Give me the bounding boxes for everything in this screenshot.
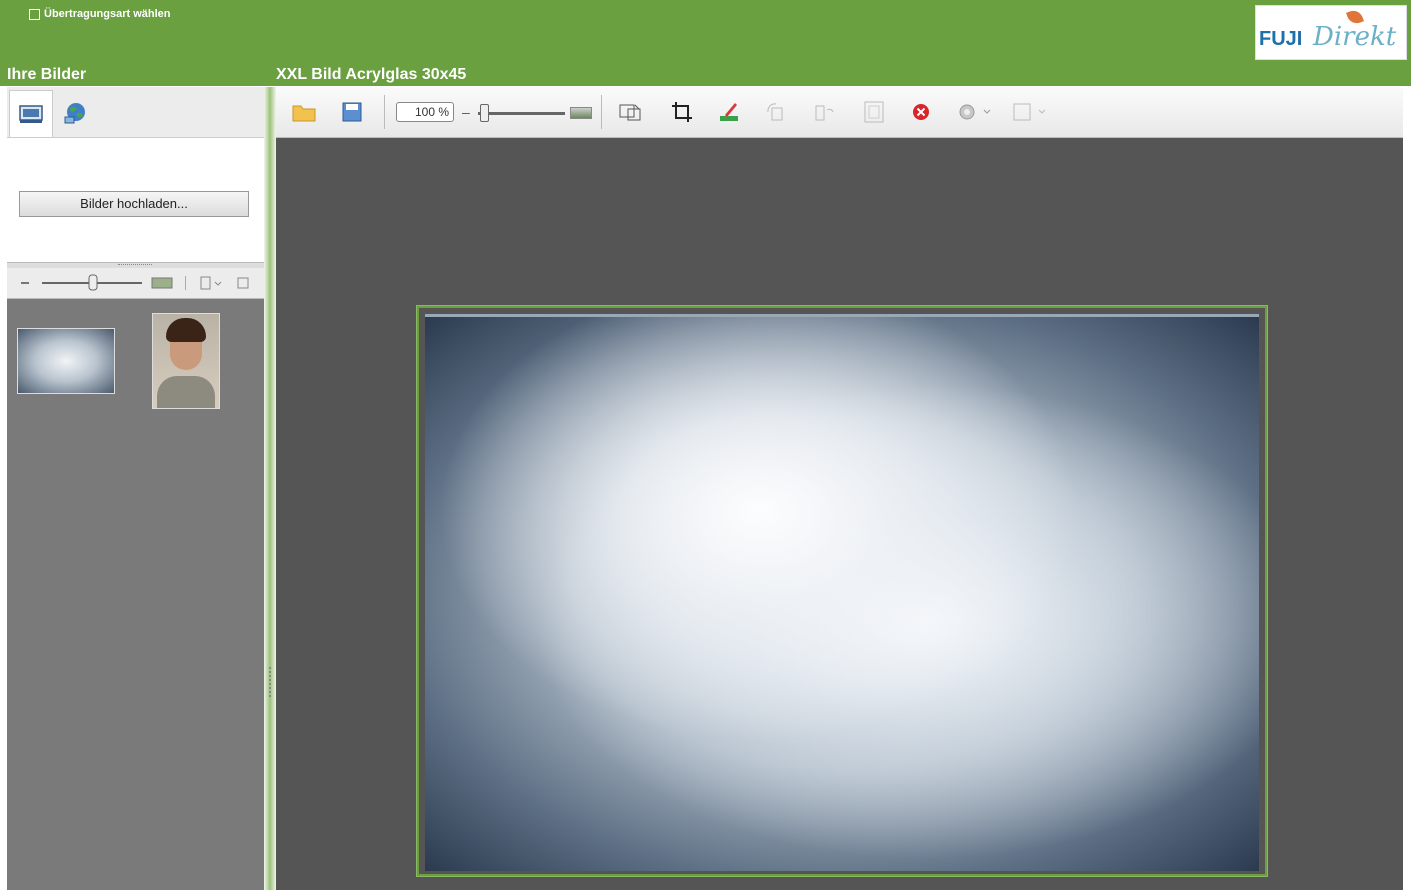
header-bar: Übertragungsart wählen FUJI Direkt Ihre … (0, 0, 1411, 86)
layout-menu-button[interactable] (1011, 99, 1051, 125)
thumb-size-large-icon[interactable] (151, 277, 173, 289)
layout-icon (1013, 103, 1046, 121)
cloud-photo-preview[interactable] (425, 314, 1259, 871)
fit-image-button[interactable] (618, 99, 644, 125)
product-title: XXL Bild Acrylglas 30x45 (276, 66, 467, 83)
rotate-icon (767, 103, 783, 121)
save-button[interactable] (339, 99, 365, 125)
upload-images-button[interactable]: Bilder hochladen... (19, 191, 249, 217)
product-preview-frame[interactable] (417, 306, 1267, 876)
settings-icon (959, 104, 991, 120)
rotate-button[interactable] (763, 99, 789, 125)
editor-canvas (276, 138, 1403, 890)
logo-direkt: Direkt (1313, 22, 1397, 52)
sort-icon[interactable] (200, 276, 211, 290)
crop-button[interactable] (669, 99, 695, 125)
zoom-out-button[interactable]: – (462, 104, 470, 120)
tab-online-images[interactable] (54, 90, 96, 136)
transfer-method-link[interactable]: Übertragungsart wählen (29, 8, 171, 20)
flip-icon (815, 105, 834, 121)
frame-button[interactable] (861, 99, 887, 125)
zoom-slider-track[interactable] (478, 112, 565, 115)
save-icon (342, 102, 362, 122)
source-tabs (7, 87, 264, 138)
logo-fuji: FUJI (1259, 28, 1303, 50)
flip-button[interactable] (811, 99, 837, 125)
edit-brush-icon (720, 103, 738, 121)
panel-divider[interactable] (264, 87, 276, 890)
images-panel: Bilder hochladen... (7, 87, 264, 890)
window-icon[interactable] (237, 277, 249, 289)
tab-local-images[interactable] (9, 90, 53, 137)
frame-icon (864, 101, 884, 123)
sort-dropdown-icon[interactable] (214, 281, 222, 286)
images-panel-title: Ihre Bilder (7, 66, 87, 83)
settings-menu-button[interactable] (956, 99, 996, 125)
delete-button[interactable] (908, 99, 934, 125)
thumb-size-small-icon[interactable] (21, 282, 29, 284)
fit-image-icon (619, 104, 641, 121)
thumbnail-toolbar (7, 268, 264, 299)
thumbnail-list (7, 299, 264, 890)
image-icon (19, 105, 43, 123)
thumb-size-slider-handle[interactable] (88, 274, 98, 291)
zoom-in-button[interactable] (570, 107, 592, 119)
delete-icon (913, 104, 929, 120)
editor-toolbar: 100 % – (276, 87, 1403, 138)
thumbnail-cloud[interactable] (17, 328, 115, 394)
checkbox-icon (29, 8, 40, 20)
crop-icon (672, 102, 692, 122)
fujidirekt-logo[interactable]: FUJI Direkt (1255, 5, 1407, 60)
globe-icon (64, 103, 85, 124)
zoom-slider-handle[interactable] (480, 104, 489, 122)
thumbnail-portrait[interactable] (152, 313, 220, 409)
transfer-method-label: Übertragungsart wählen (44, 8, 171, 20)
open-button[interactable] (291, 99, 317, 125)
open-folder-icon (292, 105, 316, 122)
edit-button[interactable] (716, 99, 742, 125)
zoom-level-field[interactable]: 100 % (396, 102, 454, 122)
